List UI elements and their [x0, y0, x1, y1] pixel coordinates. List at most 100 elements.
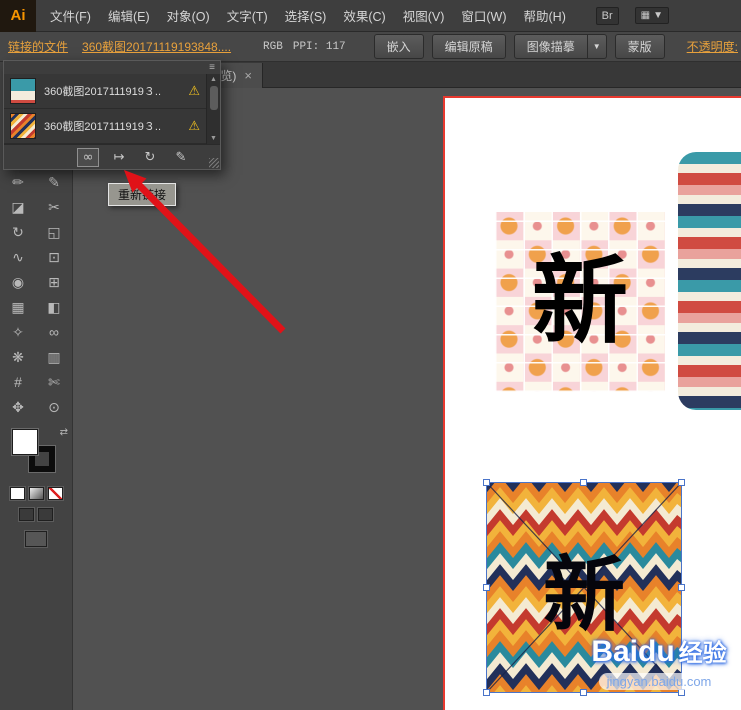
workspace-switcher[interactable]: ▦▼ [635, 7, 669, 24]
mask-button[interactable]: 蒙版 [615, 34, 665, 59]
link-filename: 360截图2017111919３.. [44, 83, 180, 99]
scroll-up-icon[interactable]: ▲ [210, 75, 217, 84]
perspective-grid-tool[interactable]: ⊞ [40, 270, 68, 294]
menu-item-5[interactable]: 效果(C) [341, 4, 387, 27]
rotate-tool[interactable]: ↻ [4, 220, 32, 244]
edit-original-button[interactable]: ✎ [170, 148, 192, 167]
selection-handle-nw[interactable] [483, 479, 490, 486]
links-list: 360截图2017111919３.. ⚠ 360截图2017111919３.. ⚠ [4, 74, 206, 144]
column-graph-tool[interactable]: ▥ [40, 345, 68, 369]
screen-mode-button[interactable] [25, 531, 47, 547]
app-logo: Ai [0, 0, 36, 32]
draw-mode-row [0, 508, 72, 521]
pencil-tool[interactable]: ✎ [40, 170, 68, 194]
draw-behind-button[interactable] [38, 508, 53, 521]
tab-close-icon[interactable]: × [244, 68, 252, 83]
update-link-button[interactable]: ↻ [139, 148, 161, 167]
menubar-right: Br ▦▼ [596, 7, 669, 25]
artboard-tool[interactable]: # [4, 370, 32, 394]
link-item-row[interactable]: 360截图2017111919３.. ⚠ [4, 74, 206, 109]
image-trace-group: 图像描摹 ▼ [514, 34, 607, 59]
image-trace-button[interactable]: 图像描摹 [514, 34, 588, 59]
paintbrush-tool[interactable]: ✏ [4, 170, 32, 194]
panel-resize-grip[interactable] [209, 158, 219, 168]
relink-tooltip: 重新链接 [108, 183, 176, 206]
ppi-value: PPI: 117 [293, 41, 346, 53]
linked-file-label[interactable]: 链接的文件 [8, 38, 68, 55]
selection-handle-ne[interactable] [678, 479, 685, 486]
zoom-tool[interactable]: ⊙ [40, 395, 68, 419]
links-panel-body: 360截图2017111919３.. ⚠ 360截图2017111919３.. ⚠ ▲… [4, 74, 220, 144]
placed-image-stripes[interactable] [678, 152, 741, 410]
linked-file-name[interactable]: 360截图20171119193848.... [82, 38, 231, 55]
panel-menu-icon[interactable]: ≡ [209, 63, 215, 73]
scissors-tool[interactable]: ✂ [40, 195, 68, 219]
fill-stroke-controls: ⇄ [12, 429, 60, 479]
menu-item-1[interactable]: 编辑(E) [106, 4, 152, 27]
gradient-button[interactable] [29, 487, 44, 500]
cat-image-character: 新 [532, 254, 628, 350]
link-thumbnail [10, 78, 36, 104]
opacity-label[interactable]: 不透明度: [687, 38, 738, 55]
workspace-grid-icon: ▦ [641, 10, 650, 21]
image-trace-dropdown[interactable]: ▼ [588, 34, 607, 59]
go-to-link-button[interactable]: ↦ [108, 148, 130, 167]
eraser-tool[interactable]: ◪ [4, 195, 32, 219]
chevron-down-icon: ▼ [653, 10, 663, 21]
edit-original-button[interactable]: 编辑原稿 [432, 34, 506, 59]
menu-item-2[interactable]: 对象(O) [165, 4, 212, 27]
menu-item-4[interactable]: 选择(S) [283, 4, 329, 27]
symbol-sprayer-tool[interactable]: ❋ [4, 345, 32, 369]
missing-link-warning-icon: ⚠ [188, 83, 200, 99]
link-filename: 360截图2017111919３.. [44, 118, 180, 134]
selection-handle-w[interactable] [483, 584, 490, 591]
color-type-row [0, 487, 72, 500]
menu-item-3[interactable]: 文字(T) [225, 4, 270, 27]
baidu-watermark: Baidu经验 jingyan.baidu.com [573, 633, 741, 691]
draw-normal-button[interactable] [19, 508, 34, 521]
eyedropper-tool[interactable]: ✧ [4, 320, 32, 344]
scale-tool[interactable]: ◱ [40, 220, 68, 244]
link-thumbnail [10, 113, 36, 139]
selection-handle-sw[interactable] [483, 689, 490, 696]
mesh-tool[interactable]: ▦ [4, 295, 32, 319]
watermark-line1: Baidu经验 [573, 633, 741, 669]
placed-image-cat-pattern[interactable]: 新 [495, 212, 665, 392]
menu-item-7[interactable]: 窗口(W) [459, 4, 508, 27]
illustrator-window: Ai 文件(F) 编辑(E) 对象(O) 文字(T) 选择(S) 效果(C) 视图(V) 窗口… [0, 0, 741, 710]
selection-handle-e[interactable] [678, 584, 685, 591]
menu-item-8[interactable]: 帮助(H) [522, 4, 568, 27]
selection-handle-n[interactable] [580, 479, 587, 486]
links-panel: ≡ 360截图2017111919３.. ⚠ 360截图2017111919３.. ⚠… [3, 60, 221, 170]
relink-button[interactable]: ∞ [77, 148, 99, 167]
menu-item-6[interactable]: 视图(V) [401, 4, 447, 27]
fill-color-swatch[interactable] [12, 429, 38, 455]
scrollbar-thumb[interactable] [210, 86, 218, 110]
bridge-icon[interactable]: Br [596, 7, 619, 25]
scroll-down-icon[interactable]: ▼ [210, 134, 217, 143]
watermark-url: jingyan.baidu.com [599, 673, 720, 690]
link-item-row[interactable]: 360截图2017111919３.. ⚠ [4, 109, 206, 144]
missing-link-warning-icon: ⚠ [188, 118, 200, 134]
free-transform-tool[interactable]: ⊡ [40, 245, 68, 269]
watermark-suffix: 经验 [679, 640, 727, 667]
width-tool[interactable]: ∿ [4, 245, 32, 269]
links-scrollbar[interactable]: ▲ ▼ [206, 74, 220, 144]
embed-button[interactable]: 嵌入 [374, 34, 424, 59]
control-bar: 链接的文件 360截图20171119193848.... RGB PPI: 1… [0, 32, 741, 62]
hand-tool[interactable]: ✥ [4, 395, 32, 419]
slice-tool[interactable]: ✄ [40, 370, 68, 394]
blend-tool[interactable]: ∞ [40, 320, 68, 344]
gradient-tool[interactable]: ◧ [40, 295, 68, 319]
menu-item-0[interactable]: 文件(F) [48, 4, 93, 27]
watermark-brand: Baidu [591, 635, 674, 668]
none-button[interactable] [48, 487, 63, 500]
links-panel-header: ≡ [4, 61, 220, 74]
shape-builder-tool[interactable]: ◉ [4, 270, 32, 294]
color-button[interactable] [10, 487, 25, 500]
canvas: 新 新 Baidu经验 jingyan.baidu.com [73, 88, 741, 710]
menubar-items: 文件(F) 编辑(E) 对象(O) 文字(T) 选择(S) 效果(C) 视图(V) 窗口(W)… [48, 4, 568, 27]
swap-fill-stroke-icon[interactable]: ⇄ [60, 427, 68, 438]
color-mode-value: RGB [263, 41, 283, 53]
menubar: Ai 文件(F) 编辑(E) 对象(O) 文字(T) 选择(S) 效果(C) 视图(V) 窗口… [0, 0, 741, 32]
